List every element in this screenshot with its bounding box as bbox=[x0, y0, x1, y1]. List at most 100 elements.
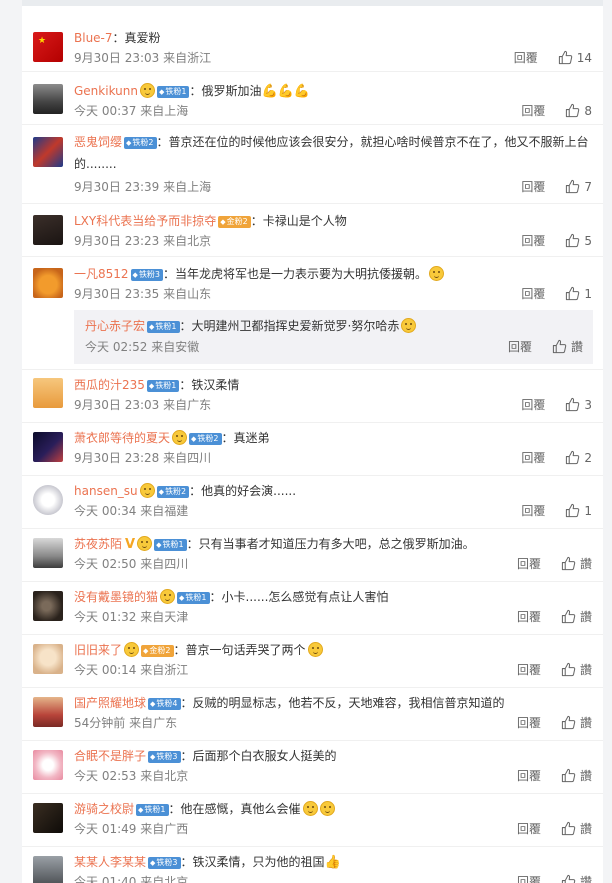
username[interactable]: 游骑之校尉 bbox=[74, 802, 134, 816]
smiley-emoji-icon bbox=[429, 266, 445, 281]
comment-text: ：后面那个白衣服女人挺美的 bbox=[180, 749, 337, 763]
like-button[interactable]: 讚 bbox=[561, 768, 592, 783]
comment-source: 来自天津 bbox=[140, 610, 189, 624]
avatar[interactable] bbox=[33, 432, 63, 462]
avatar[interactable] bbox=[33, 803, 63, 833]
fan-badge: ◆铁粉1 bbox=[147, 321, 180, 333]
like-count: 5 bbox=[584, 234, 592, 248]
like-button[interactable]: 5 bbox=[565, 233, 592, 248]
like-button[interactable]: 14 bbox=[558, 50, 592, 65]
comment-source: 来自山东 bbox=[163, 287, 212, 301]
avatar[interactable] bbox=[33, 215, 63, 245]
comment-source: 来自四川 bbox=[140, 557, 189, 571]
username[interactable]: Genkikunn bbox=[74, 84, 138, 98]
username[interactable]: 合眠不是胖子 bbox=[74, 749, 146, 763]
like-button[interactable]: 2 bbox=[565, 450, 592, 465]
fan-badge: ◆铁粉3 bbox=[148, 857, 181, 869]
avatar[interactable] bbox=[33, 697, 63, 727]
username[interactable]: 苏夜苏陌 bbox=[74, 537, 122, 551]
like-button[interactable]: 讚 bbox=[561, 609, 592, 624]
like-button[interactable]: 讚 bbox=[561, 821, 592, 836]
reply-button[interactable]: 回覆 bbox=[521, 287, 545, 301]
comment-text: ：卡禄山是个人物 bbox=[250, 214, 347, 228]
username[interactable]: hansen_su bbox=[74, 484, 138, 498]
reply-button[interactable]: 回覆 bbox=[521, 504, 545, 518]
reply-button[interactable]: 回覆 bbox=[517, 663, 541, 677]
like-count: 2 bbox=[584, 451, 592, 465]
reply-button[interactable]: 回覆 bbox=[517, 716, 541, 730]
fan-emoji-icon bbox=[160, 589, 176, 604]
avatar[interactable] bbox=[33, 84, 63, 114]
comment-item: Genkikunn ◆铁粉1 ：俄罗斯加油💪💪💪 今天 00:37 来自上海 回覆 8 bbox=[22, 71, 603, 125]
reply-button[interactable]: 回覆 bbox=[517, 769, 541, 783]
fan-badge: ◆铁粉1 bbox=[146, 380, 180, 392]
like-button[interactable]: 讚 bbox=[561, 662, 592, 677]
reply-button[interactable]: 回覆 bbox=[517, 557, 541, 571]
comment-source: 来自北京 bbox=[163, 234, 212, 248]
comment-item: LXY科代表当给予而非掠夺 ◆金粉2 ：卡禄山是个人物 9月30日 23:23 来自… bbox=[22, 203, 603, 257]
comment-item: ★ Blue-7：真爱粉 9月30日 23:03 来自浙江 回覆 14 bbox=[22, 18, 603, 72]
username[interactable]: 西瓜的汁235 bbox=[74, 378, 145, 392]
username[interactable]: 国产照耀地球 bbox=[74, 696, 146, 710]
avatar[interactable] bbox=[33, 856, 63, 883]
reply-button[interactable]: 回覆 bbox=[521, 180, 545, 194]
reply-button[interactable]: 回覆 bbox=[508, 340, 532, 354]
vip-icon: V bbox=[125, 537, 136, 552]
comment-time: 今天 01:32 bbox=[74, 610, 137, 624]
like-button[interactable]: 1 bbox=[565, 286, 592, 301]
comment-source: 来自上海 bbox=[140, 104, 189, 118]
reply-button[interactable]: 回覆 bbox=[517, 610, 541, 624]
reply-button[interactable]: 回覆 bbox=[514, 51, 538, 65]
username[interactable]: 恶鬼饲缨 bbox=[74, 135, 122, 149]
like-button[interactable]: 讚 bbox=[561, 715, 592, 730]
reply-button[interactable]: 回覆 bbox=[517, 875, 541, 883]
reply-button[interactable]: 回覆 bbox=[521, 451, 545, 465]
like-button[interactable]: 8 bbox=[565, 103, 592, 118]
username[interactable]: 旧旧来了 bbox=[74, 643, 122, 657]
username[interactable]: 某某人李某某 bbox=[74, 855, 146, 869]
like-button[interactable]: 讚 bbox=[552, 339, 583, 354]
like-count: 讚 bbox=[579, 663, 592, 677]
avatar[interactable] bbox=[33, 538, 63, 568]
reply-button[interactable]: 回覆 bbox=[517, 822, 541, 836]
like-button[interactable]: 讚 bbox=[561, 556, 592, 571]
reply-button[interactable]: 回覆 bbox=[521, 104, 545, 118]
comment-text: ：真迷弟 bbox=[221, 431, 270, 445]
like-button[interactable]: 3 bbox=[565, 397, 592, 412]
fan-badge: ◆铁粉1 bbox=[156, 86, 190, 98]
comment-source: 来自北京 bbox=[140, 769, 189, 783]
avatar[interactable]: ★ bbox=[33, 32, 63, 62]
fan-badge: ◆铁粉4 bbox=[148, 698, 181, 710]
thumb-up-icon bbox=[566, 286, 580, 301]
like-button[interactable]: 1 bbox=[565, 503, 592, 518]
username[interactable]: 丹心赤子宏 bbox=[85, 319, 145, 333]
comment-time: 今天 00:14 bbox=[74, 663, 137, 677]
avatar[interactable] bbox=[33, 378, 63, 408]
fan-badge: ◆铁粉1 bbox=[136, 804, 169, 816]
avatar[interactable] bbox=[33, 485, 63, 515]
avatar[interactable] bbox=[33, 591, 63, 621]
like-count: 讚 bbox=[579, 557, 592, 571]
username[interactable]: 没有戴墨镜的猫 bbox=[74, 590, 158, 604]
avatar[interactable] bbox=[33, 750, 63, 780]
thumb-up-icon bbox=[561, 874, 576, 883]
reply-button[interactable]: 回覆 bbox=[521, 398, 545, 412]
thumb-up-icon bbox=[566, 450, 580, 465]
username[interactable]: LXY科代表当给予而非掠夺 bbox=[74, 214, 216, 228]
username[interactable]: 萧衣郎等待的夏天 bbox=[74, 431, 170, 445]
like-count: 8 bbox=[584, 104, 592, 118]
like-button[interactable]: 7 bbox=[565, 179, 592, 194]
username[interactable]: Blue-7 bbox=[74, 31, 113, 45]
username[interactable]: 一凡8512 bbox=[74, 267, 129, 281]
reply-button[interactable]: 回覆 bbox=[521, 234, 545, 248]
avatar[interactable] bbox=[33, 268, 63, 298]
thumb-up-icon bbox=[566, 397, 580, 412]
comment-text: ：真爱粉 bbox=[112, 31, 161, 45]
fan-badge: ◆铁粉2 bbox=[156, 486, 190, 498]
comment-text: ：大明建州卫都指挥史爱新觉罗·努尔哈赤 bbox=[179, 319, 400, 333]
avatar[interactable] bbox=[33, 644, 63, 674]
like-button[interactable]: 讚 bbox=[561, 874, 592, 883]
avatar[interactable] bbox=[33, 137, 63, 167]
comment-time: 9月30日 23:23 bbox=[74, 234, 160, 248]
fan-badge: ◆铁粉3 bbox=[148, 751, 181, 763]
